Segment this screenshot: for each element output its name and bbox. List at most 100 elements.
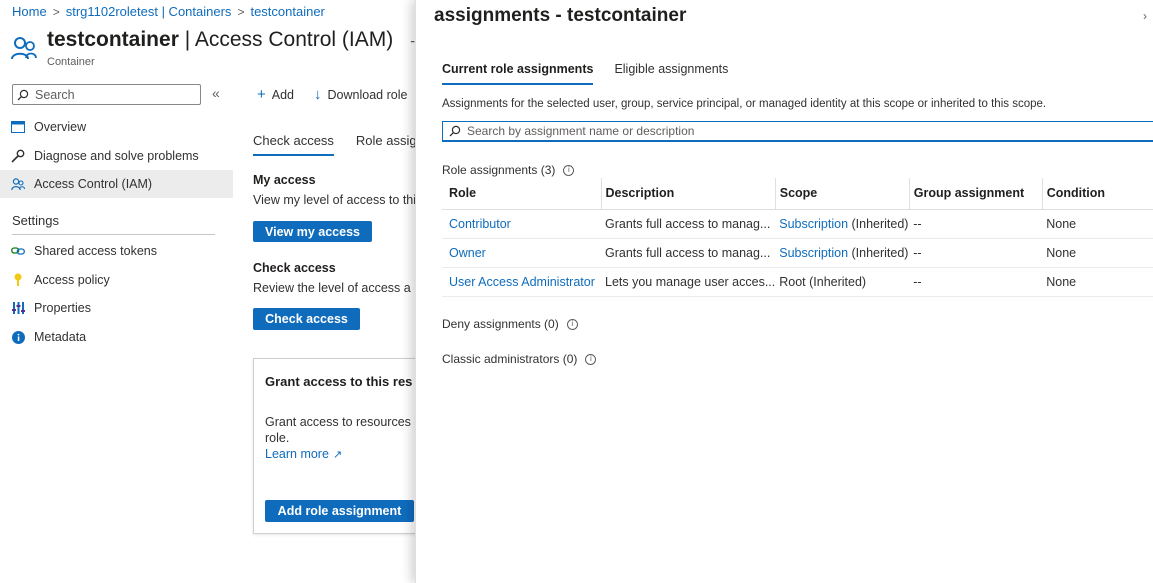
external-link-icon: ↗ xyxy=(332,448,343,461)
check-access-text: Review the level of access a use xyxy=(253,281,435,295)
panel-title: assignments - testcontainer xyxy=(434,5,687,26)
role-assignments-section: Role assignments (3) i xyxy=(442,163,575,177)
table-row: User Access Administrator Lets you manag… xyxy=(442,267,1153,297)
add-button[interactable]: + Add xyxy=(257,86,294,103)
grant-access-title: Grant access to this res xyxy=(265,374,413,389)
breadcrumb-separator: > xyxy=(52,4,60,19)
check-access-button[interactable]: Check access xyxy=(253,308,360,330)
view-my-access-button[interactable]: View my access xyxy=(253,221,372,242)
column-header-role[interactable]: Role xyxy=(442,178,601,210)
tab-current-role-assignments[interactable]: Current role assignments xyxy=(442,62,594,85)
assignment-search-placeholder: Search by assignment name or description xyxy=(467,124,695,138)
info-icon[interactable]: i xyxy=(566,318,578,330)
role-scope: Subscription (Inherited) xyxy=(775,209,910,239)
info-icon[interactable]: i xyxy=(585,353,597,365)
group-assignment: -- xyxy=(909,267,1043,297)
breadcrumb-container[interactable]: testcontainer xyxy=(250,4,324,19)
sidebar-item-shared-access-tokens[interactable]: Shared access tokens xyxy=(0,237,233,265)
chevron-right-icon[interactable]: › xyxy=(1143,9,1147,23)
role-assignments-table: Role Description Scope Group assignment … xyxy=(442,178,1153,297)
breadcrumb-separator: > xyxy=(237,4,245,19)
add-button-label: Add xyxy=(271,87,295,102)
grant-access-text: Grant access to resources by xyxy=(265,415,428,429)
column-header-scope[interactable]: Scope xyxy=(774,178,910,210)
sidebar-item-overview[interactable]: Overview xyxy=(0,113,233,141)
my-access-heading: My access xyxy=(253,173,316,187)
command-toolbar: + Add ↓ Download role xyxy=(257,86,407,103)
sidebar-item-label: Metadata xyxy=(34,330,87,344)
assignment-search-input[interactable]: Search by assignment name or description xyxy=(442,121,1153,142)
tab-check-access[interactable]: Check access xyxy=(253,133,334,156)
condition: None xyxy=(1042,209,1153,239)
role-description: Grants full access to manag... xyxy=(601,209,776,239)
table-row: Owner Grants full access to manag... Sub… xyxy=(442,238,1153,268)
sidebar-search-placeholder: Search xyxy=(35,87,75,102)
tab-eligible-assignments[interactable]: Eligible assignments xyxy=(614,62,728,85)
properties-icon xyxy=(11,301,25,315)
scope-suffix: (Inherited) xyxy=(848,245,909,260)
classic-administrators-section: Classic administrators (0) i xyxy=(442,352,597,366)
collapse-sidebar-button[interactable]: « xyxy=(212,85,220,101)
breadcrumb: Home > strg1102roletest | Containers > t… xyxy=(12,4,325,19)
scope-suffix: (Inherited) xyxy=(848,216,909,231)
sidebar-item-label: Access Control (IAM) xyxy=(34,177,153,191)
grant-access-text-2: role. xyxy=(265,431,290,445)
column-header-group-assignment[interactable]: Group assignment xyxy=(908,178,1043,210)
search-icon xyxy=(17,89,29,100)
table-header-row: Role Description Scope Group assignment … xyxy=(442,178,1153,210)
search-icon xyxy=(449,125,461,137)
breadcrumb-storage-containers[interactable]: strg1102roletest | Containers xyxy=(66,4,232,19)
condition: None xyxy=(1042,238,1153,268)
deny-assignments-section: Deny assignments (0) i xyxy=(442,317,578,331)
classic-administrators-label: Classic administrators (0) xyxy=(442,352,578,366)
overview-icon xyxy=(11,120,25,134)
group-assignment: -- xyxy=(909,209,1043,239)
table-row: Contributor Grants full access to manag.… xyxy=(442,209,1153,239)
condition: None xyxy=(1042,267,1153,297)
role-scope: Subscription (Inherited) xyxy=(775,238,910,268)
breadcrumb-home[interactable]: Home xyxy=(12,4,47,19)
role-link[interactable]: User Access Administrator xyxy=(449,275,595,289)
people-icon xyxy=(11,37,37,60)
sidebar-item-label: Overview xyxy=(34,120,87,134)
column-header-description[interactable]: Description xyxy=(600,178,776,210)
link-icon xyxy=(11,244,25,258)
sidebar-item-diagnose[interactable]: Diagnose and solve problems xyxy=(0,142,233,170)
sidebar-item-label: Access policy xyxy=(34,273,110,287)
role-description: Grants full access to manag... xyxy=(601,238,776,268)
sidebar-item-label: Diagnose and solve problems xyxy=(34,149,199,163)
sidebar-item-access-policy[interactable]: Access policy xyxy=(0,266,233,294)
download-icon: ↓ xyxy=(314,86,322,103)
iam-tabs: Check access Role assignm xyxy=(253,133,435,156)
scope-link[interactable]: Subscription xyxy=(779,246,848,260)
sidebar-section-settings: Settings xyxy=(12,213,59,228)
scope-link[interactable]: Subscription xyxy=(779,217,848,231)
role-scope: Root (Inherited) xyxy=(775,267,910,297)
add-role-assignment-button[interactable]: Add role assignment xyxy=(265,500,414,522)
sidebar-search-input[interactable]: Search xyxy=(12,84,201,105)
sidebar-item-properties[interactable]: Properties xyxy=(0,294,233,322)
page-title-name: testcontainer xyxy=(47,28,179,51)
role-link[interactable]: Contributor xyxy=(449,217,511,231)
sidebar-divider xyxy=(12,234,215,235)
role-link[interactable]: Owner xyxy=(449,246,486,260)
learn-more-link[interactable]: Learn more ↗ xyxy=(265,447,342,461)
download-role-button[interactable]: ↓ Download role xyxy=(314,86,407,103)
role-assignments-panel: assignments - testcontainer › Current ro… xyxy=(415,0,1153,583)
info-icon xyxy=(11,330,25,344)
my-access-text: View my level of access to this r xyxy=(253,193,430,207)
column-header-condition[interactable]: Condition xyxy=(1041,178,1153,210)
sidebar-item-access-control[interactable]: Access Control (IAM) xyxy=(0,170,233,198)
learn-more-label: Learn more xyxy=(265,447,329,461)
deny-assignments-label: Deny assignments (0) xyxy=(442,317,559,331)
sidebar-item-metadata[interactable]: Metadata xyxy=(0,323,233,351)
scope-suffix: Root (Inherited) xyxy=(779,274,867,289)
role-description: Lets you manage user acces... xyxy=(601,267,776,297)
download-role-label: Download role xyxy=(327,87,408,102)
check-access-heading: Check access xyxy=(253,261,336,275)
sidebar-item-label: Properties xyxy=(34,301,91,315)
plus-icon: + xyxy=(257,86,266,103)
group-assignment: -- xyxy=(909,238,1043,268)
info-icon[interactable]: i xyxy=(563,164,575,176)
page-title-rest: | Access Control (IAM) xyxy=(178,28,394,51)
